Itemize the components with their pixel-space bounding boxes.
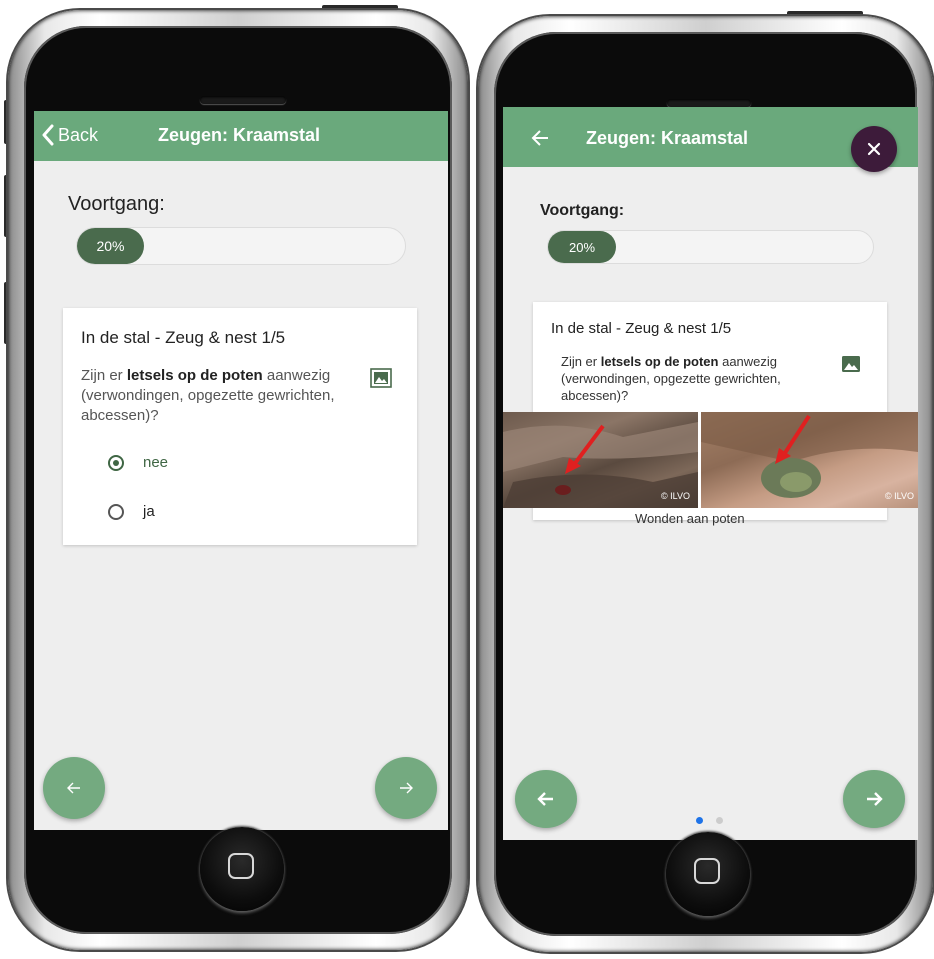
card-title-right: In de stal - Zeug & nest 1/5 xyxy=(551,320,732,337)
card-title: In de stal - Zeug & nest 1/5 xyxy=(81,328,286,347)
home-button-left[interactable] xyxy=(200,827,284,911)
back-label: Back xyxy=(58,124,99,145)
question-bold-right: letsels op de poten xyxy=(600,354,719,369)
progress-label: Voortgang: xyxy=(68,193,165,215)
back-button[interactable]: Back xyxy=(40,123,98,147)
option-nee[interactable]: nee xyxy=(108,454,168,471)
question-text: Zijn er letsels op de poten aanwezig (ve… xyxy=(81,366,361,425)
option-ja-label: ja xyxy=(143,503,155,520)
wound-photo-1[interactable]: © ILVO xyxy=(503,412,698,508)
page-title-right: Zeugen: Kraamstal xyxy=(586,128,749,148)
home-square-icon-right xyxy=(694,858,720,884)
next-button[interactable] xyxy=(375,757,437,819)
progress-label-right: Voortgang: xyxy=(540,202,625,219)
option-ja[interactable]: ja xyxy=(108,503,155,520)
arrow-left-icon xyxy=(67,782,80,794)
speaker-right xyxy=(667,99,751,107)
arrow-left-icon xyxy=(537,792,553,806)
close-button[interactable] xyxy=(851,126,897,172)
question-text-right: Zijn er letsels op de poten aanwezig (ve… xyxy=(561,353,811,404)
previous-button[interactable] xyxy=(43,757,105,819)
chevron-left-icon xyxy=(42,124,54,146)
image-icon[interactable] xyxy=(370,368,392,393)
speaker-left xyxy=(200,96,286,104)
question-prefix: Zijn er xyxy=(81,367,127,384)
progress-fill: 20% xyxy=(77,228,144,264)
question-card: In de stal - Zeug & nest 1/5 Zijn er let… xyxy=(63,308,417,545)
home-button-right[interactable] xyxy=(666,832,750,916)
photo-1-watermark: © ILVO xyxy=(661,491,690,501)
wound-photo-2[interactable]: © ILVO xyxy=(701,412,918,508)
page-dot-inactive[interactable] xyxy=(716,817,723,824)
page-title: Zeugen: Kraamstal xyxy=(158,125,321,145)
radio-ja[interactable] xyxy=(108,503,124,520)
progress-bar: 20% xyxy=(76,227,406,265)
screen-right: Zeugen: Kraamstal Voortgang: 20% In de s… xyxy=(503,107,918,840)
question-prefix-right: Zijn er xyxy=(561,354,601,369)
option-nee-label: nee xyxy=(143,454,169,471)
progress-fill-right: 20% xyxy=(548,231,616,263)
home-square-icon xyxy=(228,853,254,879)
image-icon-right[interactable] xyxy=(842,356,860,377)
progress-text-right: 20% xyxy=(568,239,596,255)
close-icon xyxy=(867,142,881,156)
arrow-right-icon xyxy=(867,792,883,806)
arrow-right-icon xyxy=(400,782,413,794)
progress-bar-right: 20% xyxy=(547,230,874,264)
question-bold: letsels op de poten xyxy=(126,367,263,384)
progress-text: 20% xyxy=(96,238,125,254)
app-bar: Back Zeugen: Kraamstal xyxy=(34,111,448,161)
previous-button-right[interactable] xyxy=(515,770,577,828)
photo-caption: Wonden aan poten xyxy=(635,511,745,526)
page-dot-active[interactable] xyxy=(696,817,703,824)
arrow-back-icon[interactable] xyxy=(530,128,550,148)
screen-left: Back Zeugen: Kraamstal Voortgang: 20% In… xyxy=(34,111,448,830)
next-button-right[interactable] xyxy=(843,770,905,828)
photo-2-watermark: © ILVO xyxy=(885,491,914,501)
radio-nee[interactable] xyxy=(108,454,124,471)
